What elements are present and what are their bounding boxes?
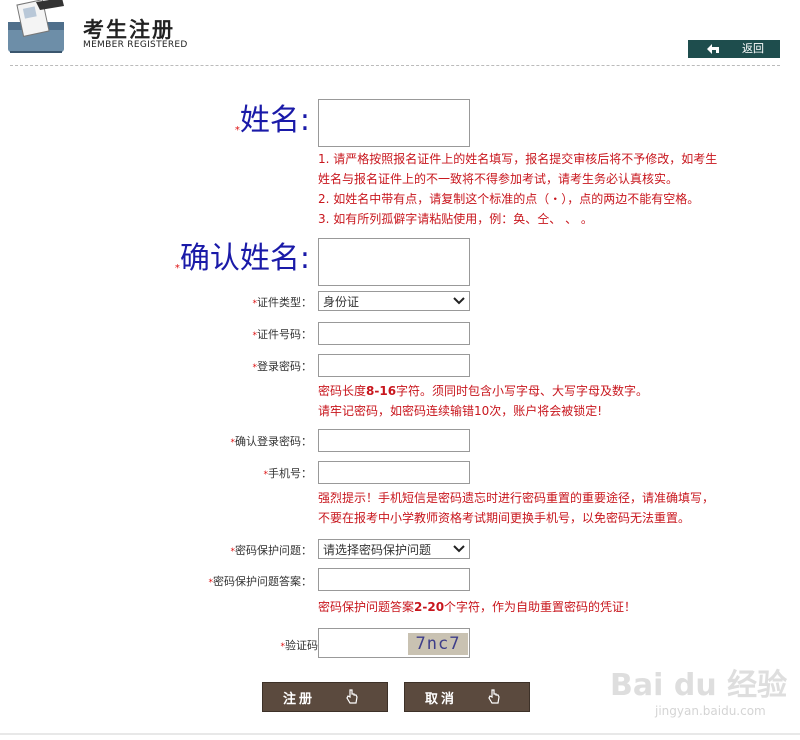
security-answer-input[interactable] [318,568,470,591]
password-notes: 密码长度8-16字符。须同时包含小写字母、大写字母及数字。 请牢记密码，如密码连… [318,381,648,421]
page-subtitle: MEMBER REGISTERED [83,40,188,50]
back-button-label: 返回 [742,42,764,55]
cancel-button[interactable]: 取消 [404,682,530,712]
name-label: *姓名: [234,103,310,138]
confirm-name-input[interactable] [318,238,470,286]
name-note-line: 1. 请严格按照报名证件上的姓名填写，报名提交审核后将不予修改，如考生 [318,152,718,166]
phone-label: *手机号： [263,467,313,480]
phone-note-line: 强烈提示！手机短信是密码遗忘时进行密码重置的重要途径，请准确填写， [318,491,715,505]
name-notes: 1. 请严格按照报名证件上的姓名填写，报名提交审核后将不予修改，如考生 姓名与报… [318,149,717,229]
hand-pointer-icon [346,689,358,704]
password-label: *登录密码： [252,360,313,373]
back-button[interactable]: 返回 [688,40,780,58]
security-question-selected: 请选择密码保护问题 [323,542,432,557]
page-header: 考生注册 MEMBER REGISTERED 返回 [0,0,800,66]
phone-notes: 强烈提示！手机短信是密码遗忘时进行密码重置的重要途径，请准确填写， 不要在报考中… [318,488,714,528]
back-arrow-icon [707,44,719,54]
security-answer-label: *密码保护问题答案： [208,575,313,588]
id-type-label: *证件类型： [252,296,313,309]
id-number-label: *证件号码： [252,328,313,341]
chevron-down-icon [453,297,465,305]
confirm-name-label: *确认姓名: [174,241,310,276]
name-note-line: 3. 如有所列孤僻字请粘贴使用，例：奂、仝、 、 。 [318,212,593,226]
phone-note-line: 不要在报考中小学教师资格考试期间更换手机号，以免密码无法重置。 [318,511,691,525]
name-note-line: 2. 如姓名中带有点，请复制这个标准的点（・），点的两边不能有空格。 [318,192,700,206]
name-input[interactable] [318,99,470,147]
id-type-select[interactable]: 身份证 [318,291,470,311]
name-note-line: 姓名与报名证件上的不一致将不得参加考试，请考生务必认真核实。 [318,172,679,186]
password-rule-note: 密码长度8-16字符。须同时包含小写字母、大写字母及数字。 [318,384,649,398]
chevron-down-icon [453,545,465,553]
security-question-label: *密码保护问题： [230,544,313,557]
cancel-button-label: 取消 [425,691,458,707]
baidu-watermark-url: jingyan.baidu.com [655,704,766,718]
captcha-label: *验证码 [280,639,319,652]
password-lock-note: 请牢记密码，如密码连续输错10次，账户将会被锁定! [318,404,603,418]
baidu-watermark-logo: Bai du 经验 [610,668,788,703]
security-question-select[interactable]: 请选择密码保护问题 [318,539,470,559]
header-divider [10,65,780,66]
register-button[interactable]: 注册 [262,682,388,712]
confirm-password-input[interactable] [318,429,470,452]
id-type-selected: 身份证 [323,294,360,309]
confirm-password-label: *确认登录密码： [230,435,313,448]
captcha-image[interactable]: 7nc7 [408,633,468,655]
register-button-label: 注册 [283,691,316,707]
phone-input[interactable] [318,461,470,484]
password-input[interactable] [318,354,470,377]
security-answer-note: 密码保护问题答案2-20个字符，作为自助重置密码的凭证！ [318,600,637,614]
hand-pointer-icon [488,689,500,704]
id-number-input[interactable] [318,322,470,345]
registration-logo-icon [8,0,64,53]
footer-divider [0,733,800,735]
